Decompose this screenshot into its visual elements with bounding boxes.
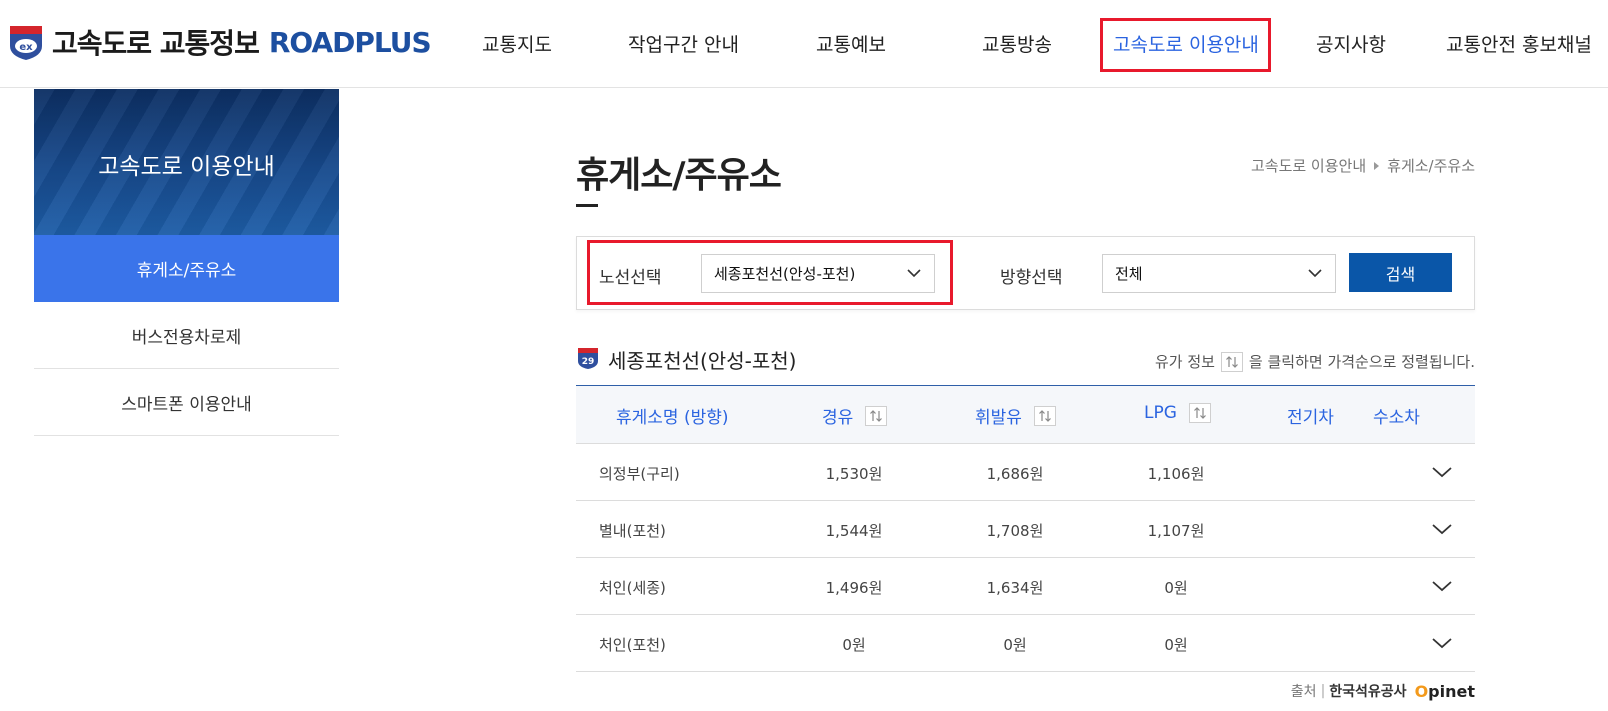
cell-gasoline: 1,708원 <box>986 522 1044 540</box>
title-underline <box>576 204 598 207</box>
nav-traffic-broadcast[interactable]: 교통방송 <box>982 30 1052 57</box>
table-row: 처인(세종) 1,496원 1,634원 0원 <box>576 558 1475 615</box>
sort-arrows-icon <box>1188 403 1211 423</box>
sort-hint: 유가 정보 을 클릭하면 가격순으로 정렬됩니다. <box>1155 351 1475 372</box>
cell-lpg: 1,107원 <box>1147 522 1205 540</box>
cell-diesel: 0원 <box>842 636 866 654</box>
cell-rest-area: 처인(세종) <box>599 579 666 597</box>
cell-lpg: 0원 <box>1164 636 1188 654</box>
sidebar-banner-title: 고속도로 이용안내 <box>98 154 275 180</box>
sidebar-item-bus-lane[interactable]: 버스전용차로제 <box>34 302 339 369</box>
cell-gasoline: 1,686원 <box>986 465 1044 483</box>
expand-chevron-icon[interactable] <box>1431 634 1453 652</box>
opinet-logo[interactable]: Opinet <box>1415 682 1475 701</box>
breadcrumb-arrow-icon <box>1374 161 1380 170</box>
expressway-shield-icon: ex <box>6 22 46 62</box>
source-org: 한국석유공사 <box>1329 684 1407 700</box>
sidebar-item-smartphone[interactable]: 스마트폰 이용안내 <box>34 369 339 436</box>
cell-rest-area: 처인(포천) <box>599 636 666 654</box>
cell-lpg: 0원 <box>1164 579 1188 597</box>
column-header-hydrogen: 수소차 <box>1373 408 1420 428</box>
direction-select-value: 전체 <box>1115 265 1143 283</box>
column-header-label: LPG <box>1144 403 1177 423</box>
breadcrumb-item[interactable]: 고속도로 이용안내 <box>1251 155 1366 176</box>
column-header-label: 휘발유 <box>975 408 1022 428</box>
sort-arrows-icon <box>1220 351 1243 372</box>
search-button[interactable]: 검색 <box>1349 253 1452 292</box>
table-header: 휴게소명 (방향) 경유 휘발유 LPG 전기차 수소차 <box>576 385 1475 444</box>
table-row: 처인(포천) 0원 0원 0원 <box>576 615 1475 672</box>
column-header-rest-area: 휴게소명 (방향) <box>616 408 729 428</box>
expand-chevron-icon[interactable] <box>1431 577 1453 595</box>
sort-hint-text: 유가 정보 <box>1154 353 1215 371</box>
page-title: 휴게소/주유소 <box>576 155 782 196</box>
site-logo[interactable]: ex 고속도로 교통정보 ROADPLUS <box>6 20 432 64</box>
source-separator: | <box>1320 683 1326 699</box>
logo-title: 고속도로 교통정보 <box>52 27 260 60</box>
cell-diesel: 1,544원 <box>825 522 883 540</box>
nav-safety-channel[interactable]: 교통안전 홍보채널 <box>1446 30 1592 57</box>
sidebar-item-label: 스마트폰 이용안내 <box>121 394 252 415</box>
route-shield-icon: 29 <box>576 346 600 374</box>
column-header-lpg[interactable]: LPG <box>1144 403 1211 423</box>
cell-rest-area: 의정부(구리) <box>599 465 680 483</box>
route-number: 29 <box>582 357 595 367</box>
sidebar-item-rest-area[interactable]: 휴게소/주유소 <box>34 235 339 302</box>
cell-lpg: 1,106원 <box>1147 465 1205 483</box>
opinet-logo-o: O <box>1414 681 1429 701</box>
column-header-ev: 전기차 <box>1287 408 1334 428</box>
nav-traffic-forecast[interactable]: 교통예보 <box>816 30 886 57</box>
cell-rest-area: 별내(포천) <box>599 522 666 540</box>
route-heading: 29 세종포천선(안성-포천) <box>576 345 796 374</box>
direction-select-label: 방향선택 <box>1000 268 1063 288</box>
nav-notice[interactable]: 공지사항 <box>1316 30 1386 57</box>
breadcrumb-item[interactable]: 휴게소/주유소 <box>1387 155 1475 176</box>
expand-chevron-icon[interactable] <box>1431 520 1453 538</box>
logo-brand: ROADPLUS <box>268 25 432 59</box>
site-header: ex 고속도로 교통정보 ROADPLUS 교통지도 작업구간 안내 교통예보 … <box>0 0 1608 88</box>
nav-work-zone[interactable]: 작업구간 안내 <box>628 30 739 57</box>
column-header-label: 경유 <box>822 408 854 428</box>
sort-hint-text: 을 클릭하면 가격순으로 정렬됩니다. <box>1248 353 1475 371</box>
table-row: 별내(포천) 1,544원 1,708원 1,107원 <box>576 501 1475 558</box>
sidebar-banner: 고속도로 이용안내 <box>34 89 339 235</box>
nav-highlight-box <box>1100 18 1271 72</box>
table-row: 의정부(구리) 1,530원 1,686원 1,106원 <box>576 444 1475 501</box>
opinet-logo-rest: pinet <box>1428 681 1475 701</box>
column-header-diesel[interactable]: 경유 <box>822 403 888 428</box>
breadcrumb: 고속도로 이용안내 휴게소/주유소 <box>1251 155 1475 176</box>
sidebar-item-label: 버스전용차로제 <box>131 327 242 348</box>
cell-diesel: 1,496원 <box>825 579 883 597</box>
fuel-price-table: 휴게소명 (방향) 경유 휘발유 LPG 전기차 수소차 의정부(구리) 1,5… <box>576 385 1475 672</box>
cell-diesel: 1,530원 <box>825 465 883 483</box>
sort-arrows-icon <box>865 405 888 426</box>
logo-mark-text: ex <box>19 42 33 53</box>
route-highlight-box <box>587 240 953 305</box>
column-header-gasoline[interactable]: 휘발유 <box>975 403 1056 428</box>
cell-gasoline: 1,634원 <box>986 579 1044 597</box>
sort-arrows-icon <box>1033 405 1056 426</box>
data-source: 출처 | 한국석유공사 Opinet <box>1291 681 1475 701</box>
route-heading-title: 세종포천선(안성-포천) <box>608 349 797 373</box>
expand-chevron-icon[interactable] <box>1431 463 1453 481</box>
direction-select[interactable]: 전체 <box>1102 254 1336 293</box>
nav-traffic-map[interactable]: 교통지도 <box>482 30 552 57</box>
cell-gasoline: 0원 <box>1003 636 1027 654</box>
source-label: 출처 <box>1290 684 1317 700</box>
sidebar-item-label: 휴게소/주유소 <box>136 261 237 281</box>
chevron-down-icon <box>1307 265 1323 281</box>
sidebar-menu: 휴게소/주유소 버스전용차로제 스마트폰 이용안내 <box>34 235 339 436</box>
